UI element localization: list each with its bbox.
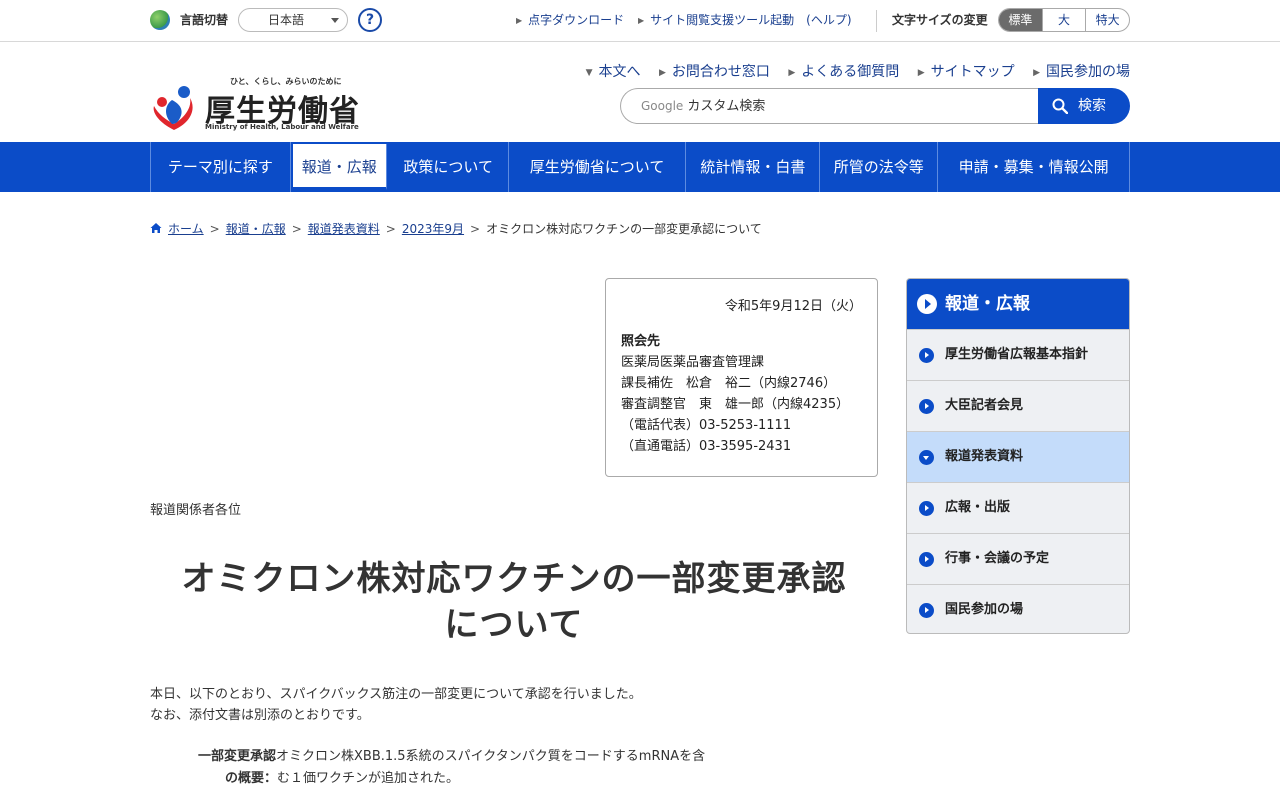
breadcrumb: ホーム > 報道・広報 > 報道発表資料 >2023年9月 > オミクロン株対応ワクチンの一部… — [150, 220, 762, 237]
detail-text: オミクロン株XBB.1.5系統のスパイクタンパク質をコードするmRNAを含 — [276, 749, 706, 764]
arrow-circle-icon — [917, 294, 937, 314]
page-title: オミクロン株対応ワクチンの一部変更承認 について — [150, 556, 878, 648]
font-size-label: 文字サイズの変更 — [892, 13, 988, 27]
utility-links: ▶ 点字ダウンロード ▶ サイト閲覧支援ツール起動 (ヘルプ) — [516, 11, 862, 28]
help-button[interactable]: ? — [358, 8, 382, 32]
nav-item-statistics[interactable]: 統計情報・白書 — [686, 142, 821, 192]
sidebar-item-public-participation[interactable]: 国民参加の場 — [907, 584, 1129, 633]
language-select-value: 日本語 — [267, 13, 304, 27]
sidebar-item-events[interactable]: 行事・会議の予定 — [907, 533, 1129, 584]
arrow-circle-icon — [919, 552, 934, 567]
faq-link[interactable]: よくある御質問 — [801, 64, 899, 80]
header-links: ▼ 本文へ ▶ お問合わせ窓口 ▶ よくある御質問 ▶ サイトマップ ▶ 国民参加の場 — [568, 61, 1130, 81]
language-select[interactable]: 日本語 — [238, 8, 348, 32]
triangle-down-icon: ▼ — [585, 68, 593, 78]
body-text: 本日、以下のとおり、スパイクバックス筋注の一部変更について承認を行いました。 な… — [150, 684, 642, 726]
nav-item-laws[interactable]: 所管の法令等 — [820, 142, 939, 192]
arrow-circle-icon — [919, 399, 934, 414]
google-brand: Google — [641, 99, 684, 113]
body-paragraph: 本日、以下のとおり、スパイクバックス筋注の一部変更について承認を行いました。 — [150, 687, 642, 702]
sidebar-item-press-conference[interactable]: 大臣記者会見 — [907, 380, 1129, 431]
font-size-switcher: 標準 大 特大 — [998, 8, 1130, 32]
triangle-right-icon: ▶ — [917, 68, 925, 78]
nav-item-press[interactable]: 報道・広報 — [292, 144, 387, 190]
nav-item-themes[interactable]: テーマ別に探す — [151, 142, 291, 192]
contact-line: 課長補佐 松倉 裕二（内線2746） — [621, 376, 837, 391]
search-placeholder: カスタム検索 — [687, 99, 766, 114]
breadcrumb-home[interactable]: ホーム — [168, 222, 204, 236]
sidebar-item-press-releases[interactable]: 報道発表資料 — [907, 431, 1129, 482]
sidebar-item-label: 報道発表資料 — [945, 449, 1024, 464]
breadcrumb-month[interactable]: 2023年9月 — [402, 222, 464, 236]
browsing-support-link[interactable]: サイト閲覧支援ツール起動 (ヘルプ) — [650, 13, 851, 27]
contact-line: （電話代表）03-5253-1111 — [621, 418, 792, 433]
utility-bar: 言語切替 日本語 ? ▶ 点字ダウンロード ▶ サイト閲覧支援ツール起動 (ヘルプ)… — [0, 0, 1280, 42]
sidebar-heading[interactable]: 報道・広報 — [907, 279, 1129, 329]
sidebar-item-label: 大臣記者会見 — [945, 398, 1024, 413]
sidebar-item-label: 国民参加の場 — [945, 602, 1024, 617]
contact-heading: 照会先 — [621, 334, 661, 349]
arrow-circle-icon — [919, 348, 934, 363]
detail-text: む１価ワクチンが追加された。 — [277, 771, 460, 786]
search-button[interactable]: 検索 — [1038, 88, 1130, 124]
sitemap-link[interactable]: サイトマップ — [931, 64, 1015, 80]
sidebar-item-label: 行事・会議の予定 — [945, 551, 1050, 566]
font-size-standard-button[interactable]: 標準 — [999, 9, 1042, 31]
breadcrumb-current: オミクロン株対応ワクチンの一部変更承認について — [486, 222, 762, 236]
search-input[interactable]: Google カスタム検索 — [620, 88, 1040, 124]
detail-label: 一部変更承認 — [198, 749, 277, 764]
arrow-circle-icon — [919, 501, 934, 516]
contact-link[interactable]: お問合わせ窓口 — [672, 64, 770, 80]
triangle-right-icon: ▶ — [638, 16, 645, 25]
mhlw-logo-icon — [153, 86, 193, 130]
search-icon — [1052, 98, 1068, 114]
home-icon — [150, 223, 162, 233]
nav-item-about[interactable]: 厚生労働省について — [509, 142, 687, 192]
contact-line: 医薬局医薬品審査管理課 — [621, 355, 765, 370]
triangle-right-icon: ▶ — [658, 68, 666, 78]
arrow-circle-icon — [919, 603, 934, 618]
page-title-line: について — [444, 605, 584, 645]
skip-to-content-link[interactable]: 本文へ — [599, 64, 641, 80]
search-button-label: 検索 — [1078, 98, 1106, 114]
addressee: 報道関係者各位 — [150, 503, 242, 518]
contact-info-box: 令和5年9月12日（火） 照会先 医薬局医薬品審査管理課 課長補佐 松倉 裕二（… — [605, 278, 878, 477]
font-size-xlarge-button[interactable]: 特大 — [1085, 9, 1129, 31]
triangle-right-icon: ▶ — [788, 68, 796, 78]
approval-detail: 一部変更承認オミクロン株XBB.1.5系統のスパイクタンパク質をコードするmRN… — [198, 746, 705, 790]
logo-english-name: Ministry of Health, Labour and Welfare — [205, 123, 359, 131]
nav-item-applications[interactable]: 申請・募集・情報公開 — [938, 142, 1130, 192]
globe-icon — [150, 10, 170, 30]
page-title-line: オミクロン株対応ワクチンの一部変更承認 — [181, 559, 847, 599]
chevron-down-icon — [331, 18, 339, 23]
public-participation-link[interactable]: 国民参加の場 — [1046, 64, 1130, 80]
contact-line: 審査調整官 東 雄一郎（内線4235） — [621, 397, 850, 412]
font-size-large-button[interactable]: 大 — [1041, 9, 1086, 31]
divider — [876, 10, 877, 32]
site-logo[interactable]: ひと、くらし、みらいのために 厚生労働省 Ministry of Health,… — [150, 76, 360, 132]
detail-label: の概要： — [225, 771, 278, 786]
nav-item-policy[interactable]: 政策について — [389, 142, 509, 192]
triangle-right-icon: ▶ — [1033, 68, 1040, 78]
braille-download-link[interactable]: 点字ダウンロード — [528, 13, 624, 27]
breadcrumb-press-releases[interactable]: 報道発表資料 — [308, 222, 380, 236]
sidebar-item-publications[interactable]: 広報・出版 — [907, 482, 1129, 533]
body-paragraph: なお、添付文書は別添のとおりです。 — [150, 708, 370, 723]
language-switch-label: 言語切替 — [180, 13, 229, 27]
sidebar-item-label: 広報・出版 — [945, 500, 1011, 515]
contact-line: （直通電話）03-3595-2431 — [621, 439, 792, 454]
triangle-right-icon: ▶ — [516, 16, 523, 25]
sidebar-nav: 報道・広報 厚生労働省広報基本指針 大臣記者会見 報道発表資料 広報・出版 行事… — [906, 278, 1130, 634]
arrow-down-circle-icon — [919, 450, 934, 465]
global-nav: テーマ別に探す 報道・広報 政策について 厚生労働省について 統計情報・白書 所… — [0, 142, 1280, 192]
release-date: 令和5年9月12日（火） — [724, 299, 862, 314]
sidebar-item-pr-policy[interactable]: 厚生労働省広報基本指針 — [907, 329, 1129, 380]
breadcrumb-press[interactable]: 報道・広報 — [226, 222, 286, 236]
sidebar-item-label: 厚生労働省広報基本指針 — [945, 347, 1089, 362]
sidebar-heading-label: 報道・広報 — [945, 294, 1030, 314]
